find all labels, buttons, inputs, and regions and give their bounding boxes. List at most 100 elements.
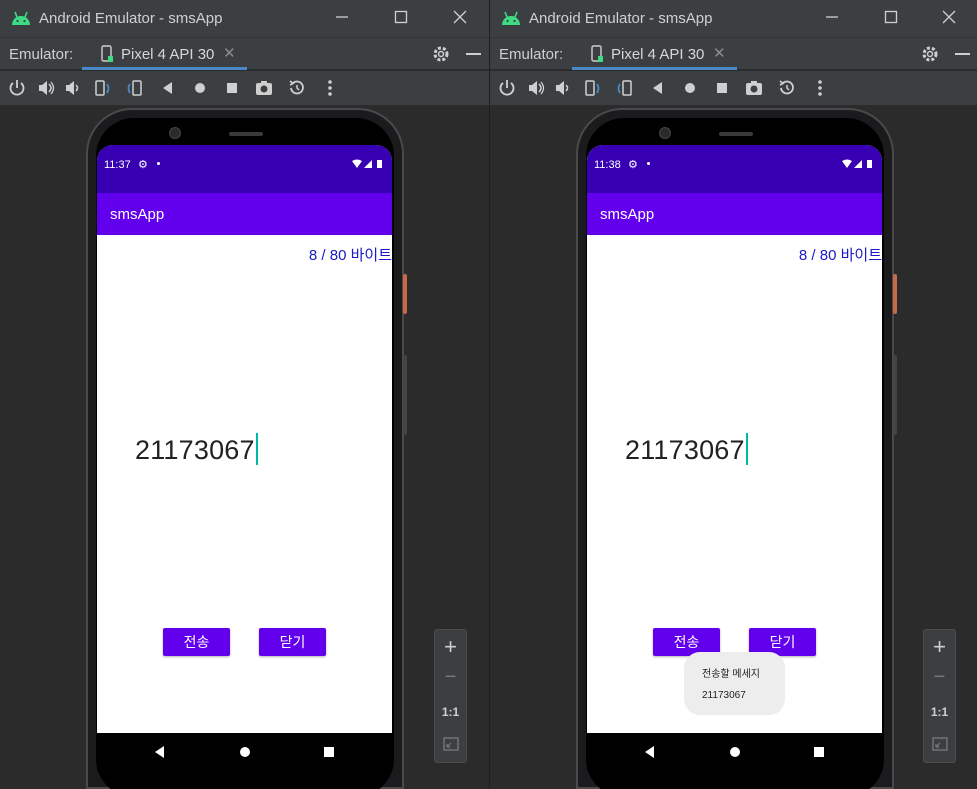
android-logo-icon: [502, 11, 520, 25]
message-input[interactable]: 21173067: [625, 433, 748, 466]
device-tab[interactable]: Pixel 4 API 30 ✕: [572, 38, 737, 70]
maximize-icon[interactable]: [878, 6, 904, 30]
zoom-panel: + − 1:1: [923, 629, 956, 763]
byte-counter: 8 / 80 바이트: [308, 247, 392, 264]
status-bar: 11:37 ⚙: [97, 145, 392, 193]
earpiece: [229, 132, 263, 136]
screenshot-icon[interactable]: [744, 78, 764, 98]
tab-close-icon[interactable]: ✕: [713, 44, 726, 62]
close-icon[interactable]: [447, 6, 473, 30]
status-settings-icon: ⚙: [138, 159, 148, 171]
active-tab-indicator: [82, 67, 247, 70]
snapshot-icon[interactable]: [287, 78, 307, 98]
status-system-icons: [842, 159, 872, 168]
emulator-label: Emulator:: [9, 46, 74, 63]
phone-icon: [101, 45, 113, 62]
device-screen[interactable]: 11:38 ⚙ smsApp 8 / 80 바이트 21173067 전송 닫기…: [587, 145, 882, 771]
zoom-in-button[interactable]: +: [435, 634, 466, 660]
message-input[interactable]: 21173067: [135, 433, 258, 466]
fit-screen-icon[interactable]: [932, 736, 948, 752]
system-nav-bar: [587, 733, 882, 771]
home-icon[interactable]: [190, 78, 210, 98]
hide-panel-icon[interactable]: [466, 53, 481, 55]
power-icon[interactable]: [497, 78, 517, 98]
rotate-left-icon[interactable]: [582, 78, 602, 98]
status-time: 11:37: [104, 159, 131, 171]
screenshot-icon[interactable]: [254, 78, 274, 98]
volume-rocker: [893, 355, 897, 435]
zoom-1to1-button[interactable]: 1:1: [435, 705, 466, 719]
overview-icon[interactable]: [222, 78, 242, 98]
zoom-1to1-button[interactable]: 1:1: [924, 705, 955, 719]
emulator-window-2: Android Emulator - smsApp Emulator: Pixe…: [490, 0, 977, 789]
status-time: 11:38: [594, 159, 621, 171]
app-title: smsApp: [110, 206, 165, 223]
minimize-icon[interactable]: [819, 6, 845, 30]
send-button[interactable]: 전송: [163, 628, 230, 656]
settings-gear-icon[interactable]: [919, 43, 941, 65]
rotate-left-icon[interactable]: [92, 78, 112, 98]
front-camera: [659, 127, 671, 139]
system-nav-bar: [97, 733, 392, 771]
message-text: 21173067: [625, 435, 745, 465]
toast-message: 전송할 메세지 21173067: [684, 652, 785, 715]
nav-overview-icon[interactable]: [321, 744, 337, 760]
nav-overview-icon[interactable]: [811, 744, 827, 760]
volume-up-icon[interactable]: [526, 78, 546, 98]
nav-home-icon[interactable]: [727, 744, 743, 760]
close-icon[interactable]: [936, 6, 962, 30]
active-tab-indicator: [572, 67, 737, 70]
text-cursor: [745, 433, 748, 465]
zoom-in-button[interactable]: +: [924, 634, 955, 660]
zoom-panel: + − 1:1: [434, 629, 467, 763]
tab-close-icon[interactable]: ✕: [223, 44, 236, 62]
back-icon[interactable]: [158, 78, 178, 98]
status-bar: 11:38 ⚙: [587, 145, 882, 193]
maximize-icon[interactable]: [388, 6, 414, 30]
power-button: [893, 274, 897, 314]
message-text: 21173067: [135, 435, 255, 465]
more-icon[interactable]: [320, 78, 340, 98]
nav-home-icon[interactable]: [237, 744, 253, 760]
zoom-out-button[interactable]: −: [435, 666, 466, 689]
device-tab-label: Pixel 4 API 30: [611, 46, 705, 63]
app-title: smsApp: [600, 206, 655, 223]
back-icon[interactable]: [648, 78, 668, 98]
power-icon[interactable]: [7, 78, 27, 98]
nav-back-icon[interactable]: [152, 744, 168, 760]
home-icon[interactable]: [680, 78, 700, 98]
close-button[interactable]: 닫기: [259, 628, 326, 656]
toast-body: 21173067: [702, 690, 746, 701]
nav-back-icon[interactable]: [642, 744, 658, 760]
more-icon[interactable]: [810, 78, 830, 98]
volume-rocker: [403, 355, 407, 435]
byte-counter: 8 / 80 바이트: [798, 247, 882, 264]
device-tab-label: Pixel 4 API 30: [121, 46, 215, 63]
settings-gear-icon[interactable]: [430, 43, 452, 65]
device-tab[interactable]: Pixel 4 API 30 ✕: [82, 38, 247, 70]
emulator-tab-bar: Emulator: Pixel 4 API 30 ✕: [0, 37, 489, 70]
overview-icon[interactable]: [712, 78, 732, 98]
minimize-icon[interactable]: [329, 6, 355, 30]
status-settings-icon: ⚙: [628, 159, 638, 171]
window-title: Android Emulator - smsApp: [529, 10, 713, 27]
emulator-label: Emulator:: [499, 46, 564, 63]
zoom-out-button[interactable]: −: [924, 666, 955, 689]
rotate-right-icon[interactable]: [125, 78, 145, 98]
device-screen[interactable]: 11:37 ⚙ smsApp 8 / 80 바이트 21173067 전송 닫기: [97, 145, 392, 771]
status-system-icons: [352, 159, 382, 168]
volume-up-icon[interactable]: [36, 78, 56, 98]
fit-screen-icon[interactable]: [443, 736, 459, 752]
notification-dot-icon: [647, 162, 650, 165]
hide-panel-icon[interactable]: [955, 53, 970, 55]
rotate-right-icon[interactable]: [615, 78, 635, 98]
snapshot-icon[interactable]: [777, 78, 797, 98]
title-bar: Android Emulator - smsApp: [0, 0, 489, 37]
volume-down-icon[interactable]: [63, 78, 83, 98]
volume-down-icon[interactable]: [553, 78, 573, 98]
notification-dot-icon: [157, 162, 160, 165]
phone-icon: [591, 45, 603, 62]
emulator-toolbar: [490, 71, 977, 106]
toast-title: 전송할 메세지: [702, 669, 760, 680]
text-cursor: [255, 433, 258, 465]
